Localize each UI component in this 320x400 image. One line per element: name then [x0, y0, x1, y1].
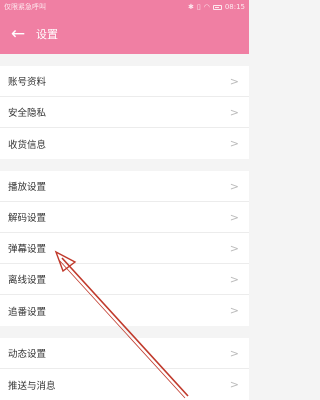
page-title: 设置: [36, 28, 58, 41]
settings-item-label: 动态设置: [8, 349, 47, 360]
status-icons: ✱ ▯ ◠ 08:15: [188, 3, 245, 11]
settings-group-account: 账号资料 > 安全隐私 > 收货信息 >: [0, 66, 249, 159]
settings-item-label: 安全隐私: [8, 108, 47, 119]
settings-group-social: 动态设置 > 推送与消息 >: [0, 338, 249, 400]
settings-item-decode[interactable]: 解码设置 >: [0, 202, 249, 233]
divider: [0, 54, 249, 66]
settings-item-account[interactable]: 账号资料 >: [0, 66, 249, 97]
chevron-right-icon: >: [229, 304, 239, 317]
settings-item-label: 追番设置: [8, 306, 47, 318]
chevron-right-icon: >: [229, 105, 239, 119]
settings-item-label: 账号资料: [8, 77, 47, 88]
settings-item-danmaku[interactable]: 弹幕设置 >: [0, 233, 249, 264]
settings-item-follow[interactable]: 追番设置 >: [0, 295, 249, 326]
settings-list: 账号资料 > 安全隐私 > 收货信息 > 播放设置 > 解码设置 > 弹幕设置 …: [0, 54, 249, 400]
chevron-right-icon: >: [229, 346, 239, 360]
divider: [0, 159, 249, 171]
settings-item-playback[interactable]: 播放设置 >: [0, 171, 249, 202]
settings-item-shipping[interactable]: 收货信息 >: [0, 128, 249, 159]
settings-item-offline[interactable]: 离线设置 >: [0, 264, 249, 295]
settings-item-privacy[interactable]: 安全隐私 >: [0, 97, 249, 128]
chevron-right-icon: >: [229, 272, 239, 286]
chevron-right-icon: >: [229, 74, 239, 88]
battery-icon: [212, 4, 222, 10]
settings-item-label: 播放设置: [8, 182, 47, 193]
chevron-right-icon: >: [229, 179, 239, 193]
star-icon: ✱: [187, 3, 194, 11]
settings-item-label: 收货信息: [8, 139, 47, 151]
title-bar: ← 设置: [0, 14, 249, 54]
settings-item-label: 解码设置: [8, 213, 47, 224]
settings-item-dynamic[interactable]: 动态设置 >: [0, 338, 249, 369]
settings-group-playback: 播放设置 > 解码设置 > 弹幕设置 > 离线设置 > 追番设置 >: [0, 171, 249, 326]
settings-item-label: 弹幕设置: [8, 244, 47, 255]
chevron-right-icon: >: [229, 241, 239, 255]
back-button[interactable]: ←: [0, 14, 36, 54]
status-text: 仅限紧急呼叫: [4, 3, 46, 11]
wifi-icon: ◠: [203, 3, 210, 11]
status-time: 08:15: [224, 3, 245, 11]
signal-icon: ▯: [196, 3, 201, 11]
settings-item-label: 推送与消息: [8, 380, 56, 392]
divider: [0, 326, 249, 338]
status-bar: 仅限紧急呼叫 ✱ ▯ ◠ 08:15: [0, 0, 249, 14]
chevron-right-icon: >: [229, 137, 239, 150]
settings-item-push[interactable]: 推送与消息 >: [0, 369, 249, 400]
chevron-right-icon: >: [229, 378, 239, 391]
chevron-right-icon: >: [229, 210, 239, 224]
arrow-left-icon: ←: [10, 24, 26, 44]
settings-item-label: 离线设置: [8, 275, 47, 286]
